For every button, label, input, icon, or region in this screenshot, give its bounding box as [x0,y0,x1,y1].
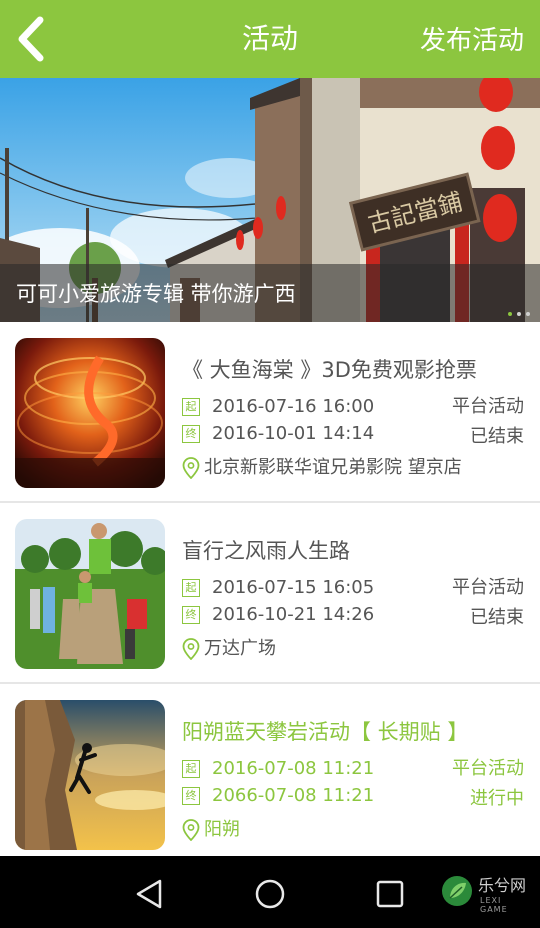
watermark-sub: LEXI GAME [480,896,508,914]
system-navigation-bar: 乐兮网 LEXI GAME [0,856,540,928]
activity-end-time: 2016-10-21 14:26 [212,604,375,625]
location-pin-icon [182,638,200,660]
activity-end-row: 终 2016-10-01 14:14 [182,423,374,445]
banner-caption: 可可小爱旅游专辑 带你游广西 [16,282,296,306]
activity-thumbnail [15,338,165,488]
activity-thumbnail [15,700,165,850]
start-tag: 起 [182,760,200,778]
activity-type: 平台活动 [452,758,524,779]
activity-item[interactable]: 阳朔蓝天攀岩活动【 长期贴 】 起 2016-07-08 11:21 终 206… [0,684,540,865]
activity-end-row: 终 2016-10-21 14:26 [182,604,374,626]
activity-location: 北京新影联华谊兄弟影院 望京店 [204,457,462,478]
activity-list: 《 大鱼海棠 》3D免费观影抢票 起 2016-07-16 16:00 终 20… [0,322,540,865]
activity-title: 阳朔蓝天攀岩活动【 长期贴 】 [182,720,469,744]
start-tag: 起 [182,398,200,416]
activity-start-row: 起 2016-07-08 11:21 [182,758,374,780]
activity-location-row: 万达广场 [182,638,276,660]
activity-status: 进行中 [470,788,524,809]
activity-location: 阳朔 [204,819,240,840]
leaf-logo-icon [442,876,472,906]
end-tag: 终 [182,425,200,443]
watermark-name: 乐兮网 [478,876,527,895]
carousel-dot [517,312,521,316]
circle-home-icon [255,879,285,909]
location-pin-icon [182,819,200,841]
activity-end-time: 2016-10-01 14:14 [212,423,375,444]
nav-back-button[interactable] [132,876,168,912]
back-arrow-icon [18,16,44,62]
square-recents-icon [376,880,404,908]
activity-end-time: 2066-07-08 11:21 [212,785,375,806]
activity-start-time: 2016-07-15 16:05 [212,577,375,598]
activity-location-row: 北京新影联华谊兄弟影院 望京店 [182,457,462,479]
nav-home-button[interactable] [252,876,288,912]
activity-type: 平台活动 [452,577,524,598]
activity-start-row: 起 2016-07-15 16:05 [182,577,374,599]
activity-title: 《 大鱼海棠 》3D免费观影抢票 [182,358,477,382]
activity-thumbnail [15,519,165,669]
activity-start-time: 2016-07-16 16:00 [212,396,375,417]
activity-start-time: 2016-07-08 11:21 [212,758,375,779]
activity-item[interactable]: 盲行之风雨人生路 起 2016-07-15 16:05 终 2016-10-21… [0,503,540,684]
activity-status: 已结束 [470,607,524,628]
activity-end-row: 终 2066-07-08 11:21 [182,785,374,807]
carousel-indicator [508,312,530,316]
activity-start-row: 起 2016-07-16 16:00 [182,396,374,418]
app-header: 活动 发布活动 [0,0,540,78]
start-tag: 起 [182,579,200,597]
end-tag: 终 [182,606,200,624]
activity-title: 盲行之风雨人生路 [182,539,350,563]
activity-status: 已结束 [470,426,524,447]
end-tag: 终 [182,787,200,805]
carousel-dot [508,312,512,316]
screen: 活动 发布活动 古記當鋪 可可小爱旅游专辑 带你游广西 《 大鱼海棠 》3D免费… [0,0,540,928]
activity-location-row: 阳朔 [182,819,240,841]
carousel-dot [526,312,530,316]
back-button[interactable] [10,14,54,64]
watermark-logo: 乐兮网 LEXI GAME [440,868,530,918]
activity-item[interactable]: 《 大鱼海棠 》3D免费观影抢票 起 2016-07-16 16:00 终 20… [0,322,540,503]
activity-type: 平台活动 [452,396,524,417]
banner-carousel[interactable]: 古記當鋪 可可小爱旅游专辑 带你游广西 [0,78,540,322]
publish-activity-button[interactable]: 发布活动 [420,24,524,58]
triangle-back-icon [136,879,162,909]
activity-location: 万达广场 [204,638,276,659]
nav-recents-button[interactable] [372,876,408,912]
location-pin-icon [182,457,200,479]
